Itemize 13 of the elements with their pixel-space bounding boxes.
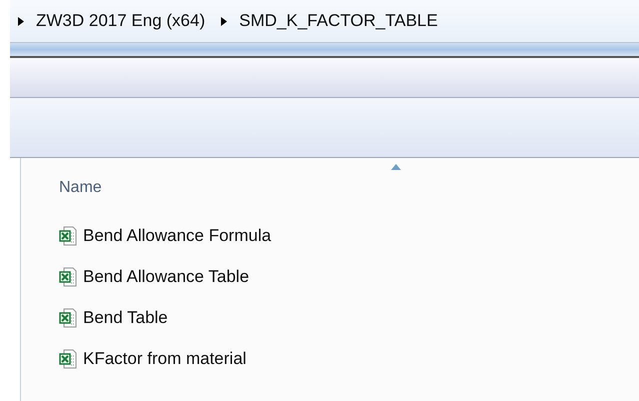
breadcrumb-item[interactable]: ZW3D 2017 Eng (x64) [36,8,206,34]
file-name[interactable]: Bend Allowance Formula [83,222,272,248]
column-header[interactable]: Name [59,176,102,200]
file-name[interactable]: Bend Table [83,304,168,330]
spreadsheet-file-icon [59,308,77,328]
spreadsheet-file-icon [59,348,77,368]
file-name[interactable]: KFactor from material [83,346,246,372]
caret-icon[interactable] [18,16,24,26]
spreadsheet-file-icon [59,226,77,246]
breadcrumb-item[interactable]: SMD_K_FACTOR_TABLE [239,8,438,34]
caret-icon[interactable] [221,16,228,26]
file-name[interactable]: Bend Allowance Table [83,264,250,290]
spreadsheet-file-icon [59,266,77,286]
